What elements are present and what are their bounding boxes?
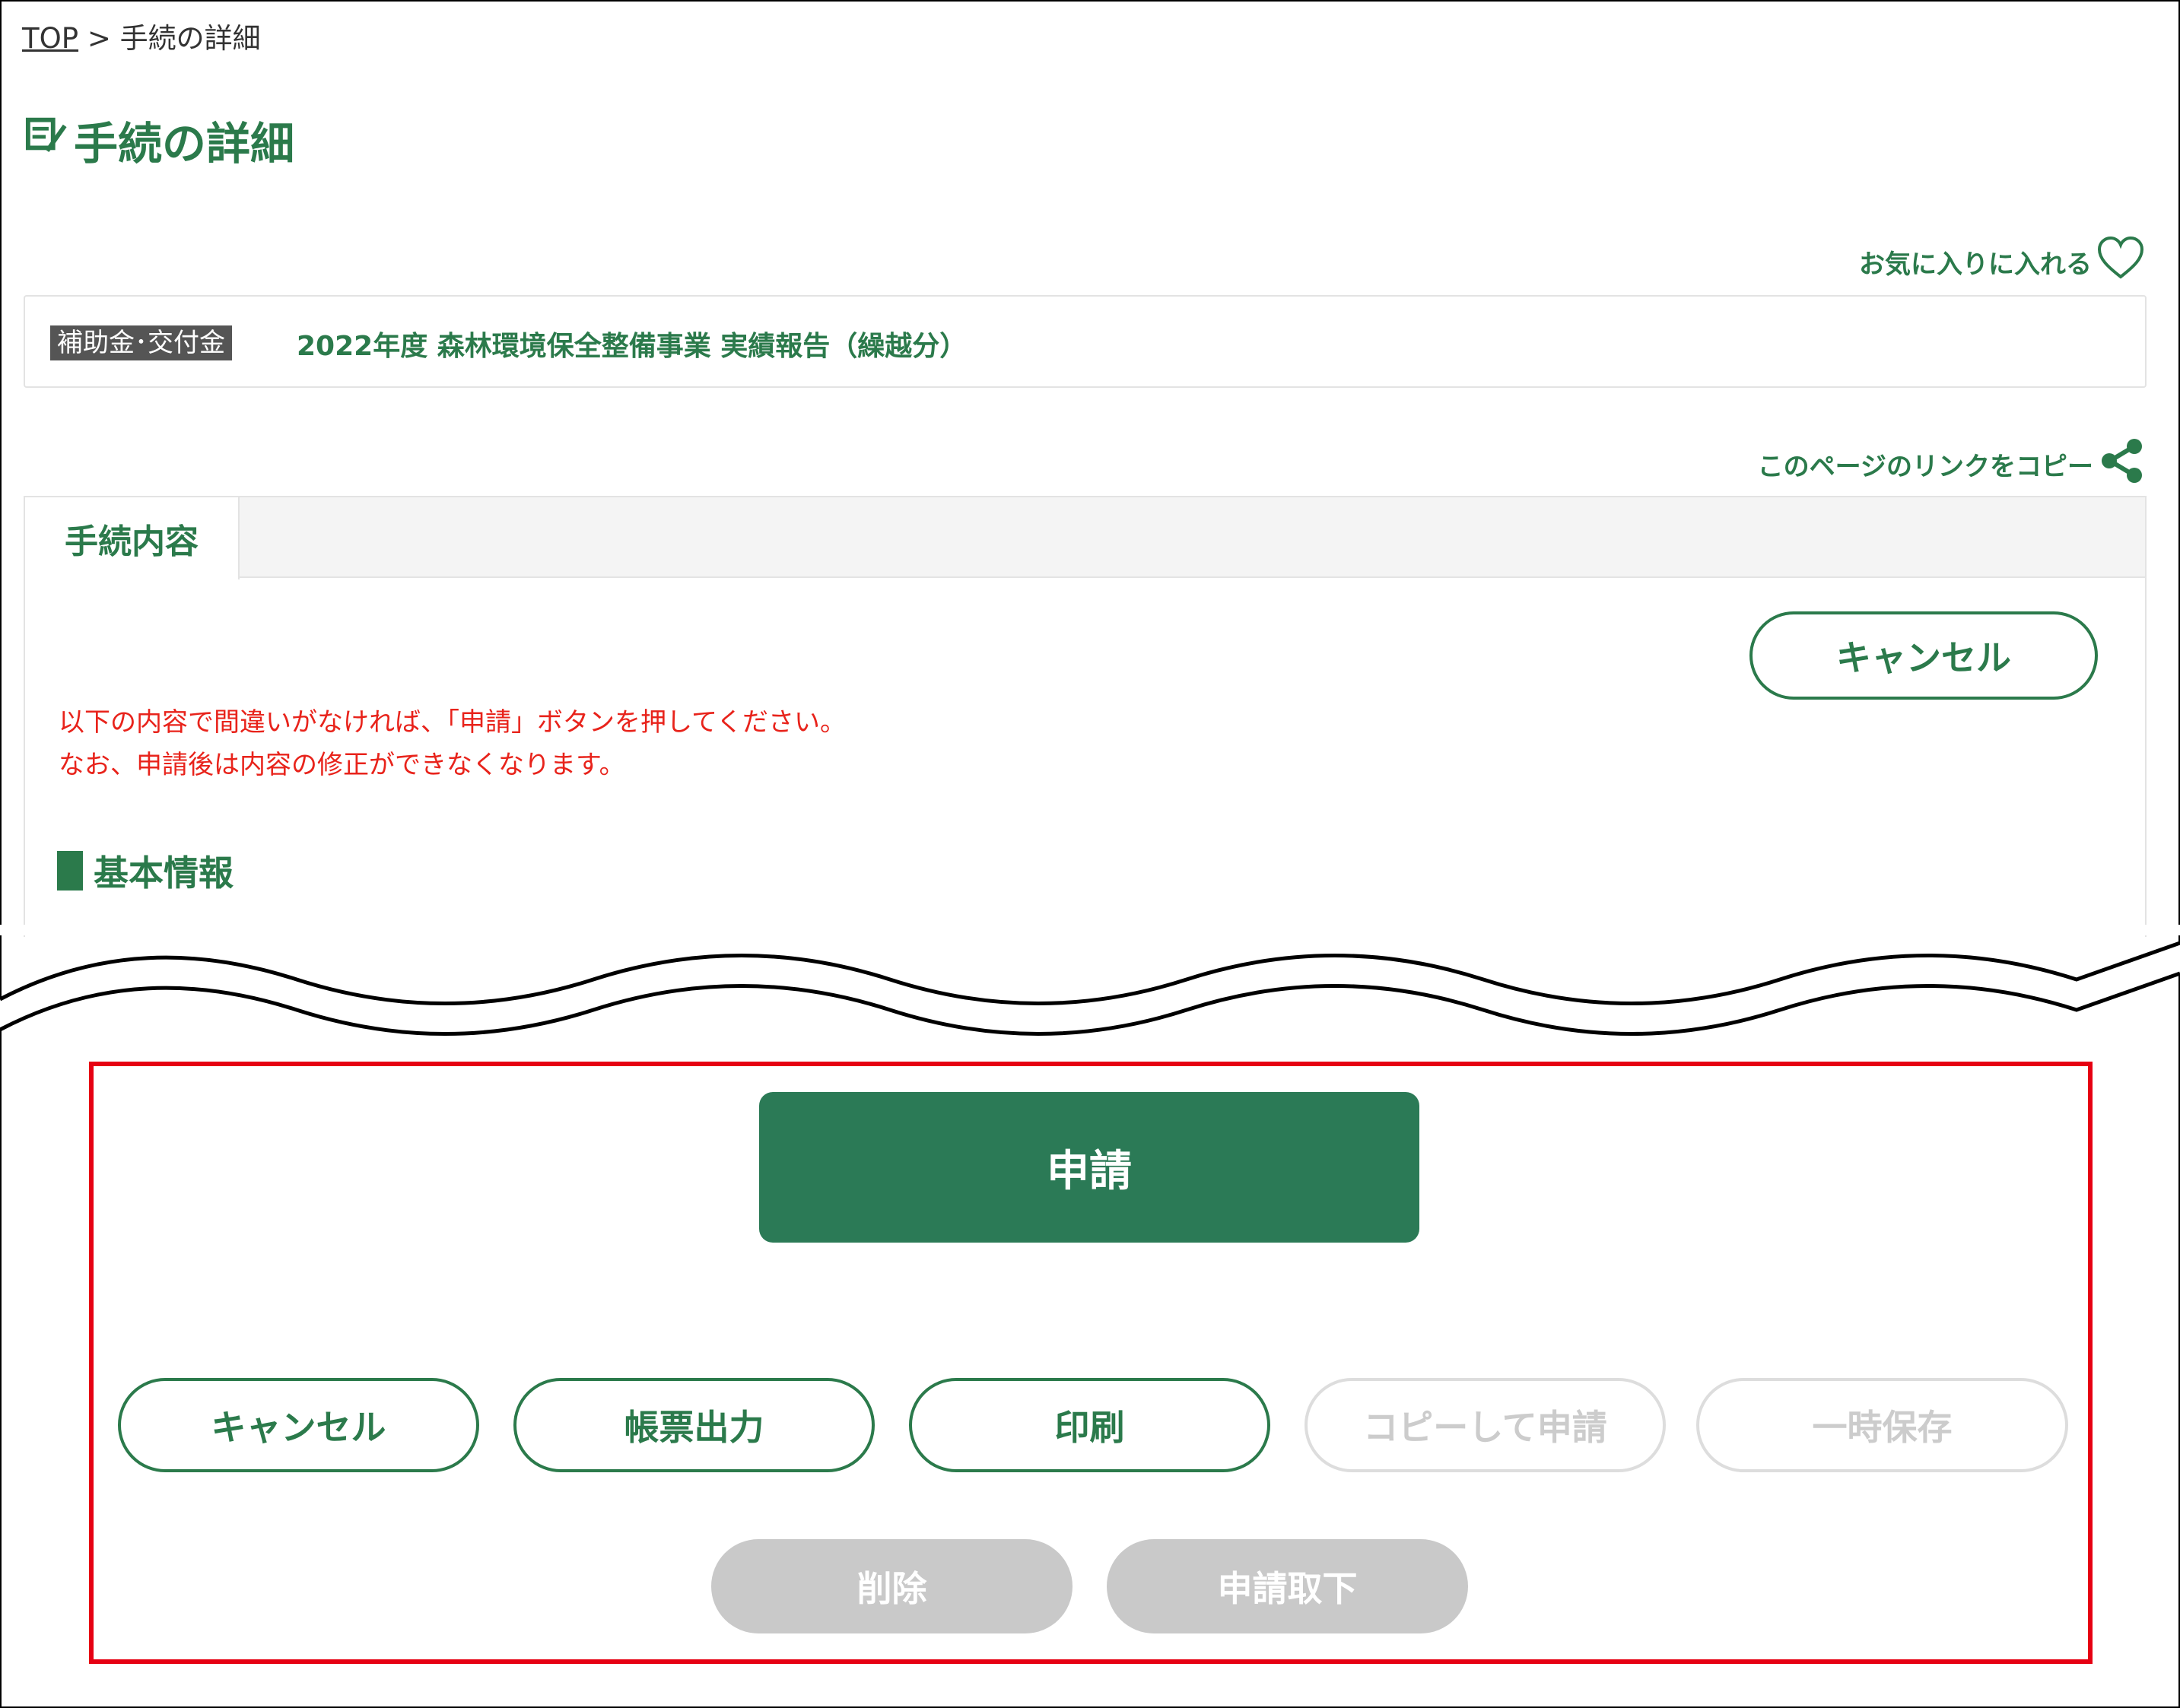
page-title: 手続の詳細 [25, 108, 294, 172]
breadcrumb: TOP > 手続の詳細 [22, 15, 261, 56]
favorite-label: お気に入りに入れる [1859, 249, 2092, 280]
procedure-icon [25, 113, 69, 167]
copy-link-label: このページのリンクをコピー [1757, 452, 2093, 482]
breadcrumb-current: 手続の詳細 [119, 22, 261, 55]
breadcrumb-top-link[interactable]: TOP [22, 22, 78, 55]
page-break-wave [0, 925, 2180, 1036]
section-heading-bar [57, 851, 83, 891]
page-title-text: 手続の詳細 [74, 118, 295, 170]
tab-procedure-content[interactable]: 手続内容 [25, 497, 240, 579]
warning-line-2: なお、申請後は内容の修正ができなくなります。 [59, 750, 625, 780]
procedure-title: 2022年度 森林環境保全整備事業 実績報告（繰越分） [297, 331, 968, 362]
delete-button: 削除 [711, 1539, 1073, 1633]
confirmation-warning: 以下の内容で間違いがなければ、「申請」ボタンを押してください。 なお、申請後は内… [59, 701, 846, 786]
share-icon [2099, 438, 2145, 490]
category-badge: 補助金･交付金 [50, 325, 232, 360]
procedure-content-panel: 手続内容 キャンセル 以下の内容で間違いがなければ、「申請」ボタンを押してくださ… [24, 496, 2147, 937]
cancel-button[interactable]: キャンセル [118, 1378, 479, 1472]
temporary-save-button: 一時保存 [1696, 1378, 2068, 1472]
copy-and-apply-button: コピーして申請 [1305, 1378, 1666, 1472]
warning-line-1: 以下の内容で間違いがなければ、「申請」ボタンを押してください。 [59, 707, 846, 738]
section-heading-basic-info: 基本情報 [57, 846, 234, 896]
breadcrumb-separator: > [87, 22, 111, 55]
withdraw-application-button: 申請取下 [1107, 1539, 1468, 1633]
cancel-button-top[interactable]: キャンセル [1749, 611, 2098, 700]
heart-outline-icon [2096, 236, 2145, 288]
procedure-header-box: 補助金･交付金 2022年度 森林環境保全整備事業 実績報告（繰越分） [24, 295, 2147, 388]
section-heading-text: 基本情報 [94, 852, 234, 894]
copy-page-link-button[interactable]: このページのリンクをコピー [1758, 438, 2145, 490]
form-output-button[interactable]: 帳票出力 [513, 1378, 875, 1472]
tab-bar: 手続内容 [25, 497, 2145, 579]
apply-button[interactable]: 申請 [759, 1092, 1419, 1243]
favorite-button[interactable]: お気に入りに入れる [1859, 236, 2145, 288]
print-button[interactable]: 印刷 [909, 1378, 1270, 1472]
